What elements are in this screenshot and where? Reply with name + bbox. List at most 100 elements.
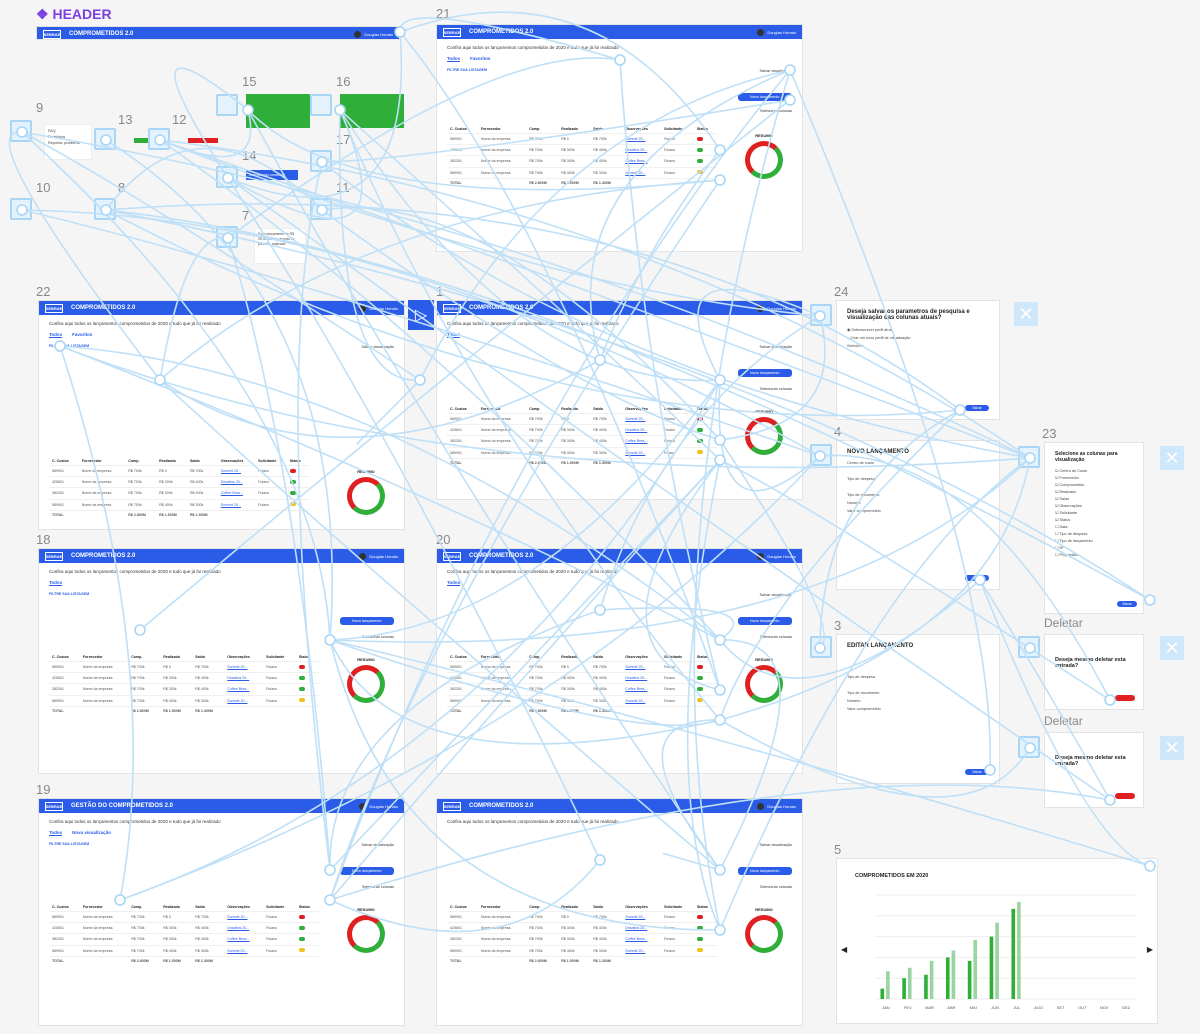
cell-notes-link[interactable]: Summit 20... bbox=[622, 166, 662, 179]
cell-notes-link[interactable]: Coffee Brea... bbox=[224, 933, 264, 946]
select-columns-button[interactable]: Selecionar colunas bbox=[362, 885, 394, 889]
select-columns-button[interactable]: Selecionar colunas bbox=[362, 635, 394, 639]
prototype-node[interactable] bbox=[810, 304, 832, 326]
user-menu[interactable]: Douglas Honato bbox=[757, 304, 796, 312]
table-row[interactable]: 425601 Nome da empresa R$ 700k R$ 300k R$ 40… bbox=[447, 424, 717, 436]
close-icon[interactable]: ✕ bbox=[1160, 446, 1184, 470]
table-row[interactable]: 589901 Nome da empresa R$ 700k R$ 400k R$ 30… bbox=[49, 944, 319, 957]
table-row[interactable]: 425601 Nome da empresa R$ 700k R$ 300k R$ 40… bbox=[49, 922, 319, 934]
save-view-link[interactable]: Salvar visualização bbox=[760, 843, 793, 847]
save-view-link[interactable]: Salvar visualização bbox=[362, 843, 395, 847]
cell-notes-link[interactable]: Summit 20... bbox=[224, 944, 264, 957]
save-view-link[interactable]: Salvar visualização bbox=[362, 345, 395, 349]
save-view-link[interactable]: Salvar visualização bbox=[760, 345, 793, 349]
column-checkbox[interactable]: ☐ Data bbox=[1045, 523, 1143, 530]
prototype-node[interactable] bbox=[94, 128, 116, 150]
cell-notes-link[interactable]: Coffee Brea... bbox=[217, 487, 256, 500]
table-row[interactable]: 425601 Nome da empresa R$ 700k R$ 300k R$ 40… bbox=[447, 922, 717, 934]
table-row[interactable]: 589901 Nome da empresa R$ 700k R$ 400k R$ 30… bbox=[447, 944, 717, 957]
cell-notes-link[interactable]: Summit 20... bbox=[217, 498, 256, 511]
new-entry-button[interactable]: Novo lançamento bbox=[340, 867, 394, 875]
table-row[interactable]: 382261 Nome da empresa R$ 700k R$ 300k R$ 40… bbox=[447, 155, 717, 168]
column-checkbox[interactable]: ☑ Realizado bbox=[1045, 488, 1143, 495]
column-checkbox[interactable]: ☑ Solicitante bbox=[1045, 509, 1143, 516]
cell-notes-link[interactable]: Summit 20... bbox=[622, 412, 662, 425]
cell-notes-link[interactable]: Summit 20... bbox=[622, 132, 662, 145]
table-row[interactable]: 425601 Nome da empresa R$ 700k R$ 300k R$ 40… bbox=[49, 672, 319, 684]
column-checkbox[interactable]: ☑ Fornecedor bbox=[1045, 474, 1143, 481]
option-overwrite[interactable]: ◉ Sobrescrever perfil atual bbox=[837, 325, 999, 334]
table-row[interactable]: 382261 Nome da empresa R$ 700k R$ 300k R$ 40… bbox=[49, 683, 319, 696]
select-columns-button[interactable]: Selecionar colunas bbox=[760, 387, 792, 391]
save-button[interactable]: Salvar bbox=[1117, 601, 1137, 607]
table-row[interactable]: 382261 Nome da empresa R$ 700k R$ 300k R$ 40… bbox=[447, 435, 717, 448]
delete-button[interactable] bbox=[1115, 793, 1135, 799]
tab-nova-visualizacao[interactable]: Nova visualização bbox=[72, 830, 111, 836]
table-row[interactable]: 589901 Nome da empresa R$ 700k R$ 400k R$ 30… bbox=[447, 166, 717, 179]
table-row[interactable]: 425601 Nome da empresa R$ 700k R$ 300k R$ 40… bbox=[447, 672, 717, 684]
cell-notes-link[interactable]: Desafios 20... bbox=[622, 672, 662, 684]
select-columns-button[interactable]: Selecionar colunas bbox=[760, 885, 792, 889]
cell-notes-link[interactable]: Summit 20... bbox=[622, 660, 662, 673]
column-checkbox[interactable]: ☑ Observações bbox=[1045, 502, 1143, 509]
table-row[interactable]: 589901 Nome da empresa R$ 700k R$ 400k R$ 30… bbox=[447, 446, 717, 459]
prototype-node[interactable] bbox=[10, 120, 32, 142]
cell-notes-link[interactable]: Summit 20... bbox=[622, 944, 662, 957]
cell-notes-link[interactable]: Desafios 20... bbox=[224, 672, 264, 684]
table-row[interactable]: 382261 Nome da empresa R$ 700k R$ 300k R$ 40… bbox=[49, 487, 309, 500]
menu-item[interactable]: Reportar problema bbox=[48, 140, 88, 146]
table-row[interactable]: 589901 Nome da empresa R$ 700k R$ 0 R$ 700k S… bbox=[447, 412, 717, 425]
option-new[interactable]: ○ Criar um novo perfil de visualização bbox=[837, 334, 999, 342]
user-menu[interactable]: Douglas Honato bbox=[757, 552, 796, 560]
new-entry-button[interactable]: Novo lançamento bbox=[340, 617, 394, 625]
user-menu[interactable]: Douglas Honato bbox=[359, 304, 398, 312]
cell-notes-link[interactable]: Summit 20... bbox=[224, 910, 264, 923]
prototype-node[interactable] bbox=[310, 198, 332, 220]
column-checkbox[interactable]: ☐ Proprietário bbox=[1045, 551, 1143, 558]
cell-notes-link[interactable]: Coffee Brea... bbox=[622, 155, 662, 168]
cell-notes-link[interactable]: Summit 20... bbox=[622, 694, 662, 707]
table-row[interactable]: 382261 Nome da empresa R$ 700k R$ 300k R$ 40… bbox=[49, 933, 319, 946]
prototype-node[interactable] bbox=[1018, 636, 1040, 658]
cell-notes-link[interactable]: Coffee Brea... bbox=[622, 683, 662, 696]
table-row[interactable]: 589901 Nome da empresa R$ 700k R$ 0 R$ 700k S… bbox=[447, 660, 717, 673]
column-checkbox[interactable]: ☑ Status bbox=[1045, 516, 1143, 523]
play-icon[interactable]: ▷ bbox=[408, 300, 434, 330]
cell-notes-link[interactable]: Desafios 20... bbox=[622, 424, 662, 436]
tab-todos[interactable]: Todos bbox=[447, 56, 461, 62]
close-icon[interactable]: ✕ bbox=[1160, 636, 1184, 660]
table-row[interactable]: 589901 Nome da empresa R$ 700k R$ 0 R$ 700k S… bbox=[49, 464, 309, 477]
cell-notes-link[interactable]: Summit 20... bbox=[224, 660, 264, 673]
tab-todos[interactable]: Todos bbox=[447, 580, 461, 586]
prototype-node[interactable] bbox=[1018, 736, 1040, 758]
column-checkbox[interactable]: ☑ Centro de Custo bbox=[1045, 467, 1143, 474]
table-row[interactable]: 589901 Nome da empresa R$ 700k R$ 0 R$ 700k S… bbox=[49, 910, 319, 923]
toggle-red-component[interactable] bbox=[188, 138, 218, 143]
table-row[interactable]: 589901 Nome da empresa R$ 700k R$ 0 R$ 700k S… bbox=[447, 132, 717, 145]
prototype-node[interactable] bbox=[310, 94, 332, 116]
select-columns-button[interactable]: Selecionar colunas bbox=[760, 635, 792, 639]
chart-next-icon[interactable]: ▶ bbox=[1147, 945, 1153, 954]
delete-button[interactable] bbox=[1115, 695, 1135, 701]
table-row[interactable]: 382261 Nome da empresa R$ 700k R$ 300k R$ 40… bbox=[447, 933, 717, 946]
prototype-node[interactable] bbox=[94, 198, 116, 220]
cell-notes-link[interactable]: Desafios 20... bbox=[217, 476, 256, 488]
tab-todos[interactable]: Todos bbox=[49, 830, 63, 836]
user-menu[interactable]: Douglas Honato bbox=[354, 30, 393, 38]
save-button[interactable]: Salvar bbox=[965, 405, 989, 411]
table-row[interactable]: 589901 Nome da empresa R$ 700k R$ 0 R$ 700k S… bbox=[447, 910, 717, 923]
tab-todos[interactable]: Todos bbox=[49, 332, 63, 338]
table-row[interactable]: 589901 Nome da empresa R$ 700k R$ 0 R$ 700k S… bbox=[49, 660, 319, 673]
tab-favoritos[interactable]: Favoritos bbox=[470, 56, 490, 62]
table-row[interactable]: 425601 Nome da empresa R$ 700k R$ 300k R$ 40… bbox=[49, 476, 309, 488]
table-row[interactable]: 589901 Nome da empresa R$ 700k R$ 400k R$ 30… bbox=[447, 694, 717, 707]
prototype-node[interactable] bbox=[216, 166, 238, 188]
prototype-node[interactable] bbox=[216, 226, 238, 248]
column-checkbox[interactable]: ☑ Comprometido bbox=[1045, 481, 1143, 488]
table-row[interactable]: 589901 Nome da empresa R$ 700k R$ 400k R$ 30… bbox=[49, 498, 309, 511]
prototype-node[interactable] bbox=[310, 150, 332, 172]
new-entry-button[interactable]: Novo lançamento bbox=[738, 617, 792, 625]
user-menu[interactable]: Douglas Honato bbox=[757, 802, 796, 810]
prototype-node[interactable] bbox=[810, 444, 832, 466]
cell-notes-link[interactable]: Summit 20... bbox=[217, 464, 256, 477]
